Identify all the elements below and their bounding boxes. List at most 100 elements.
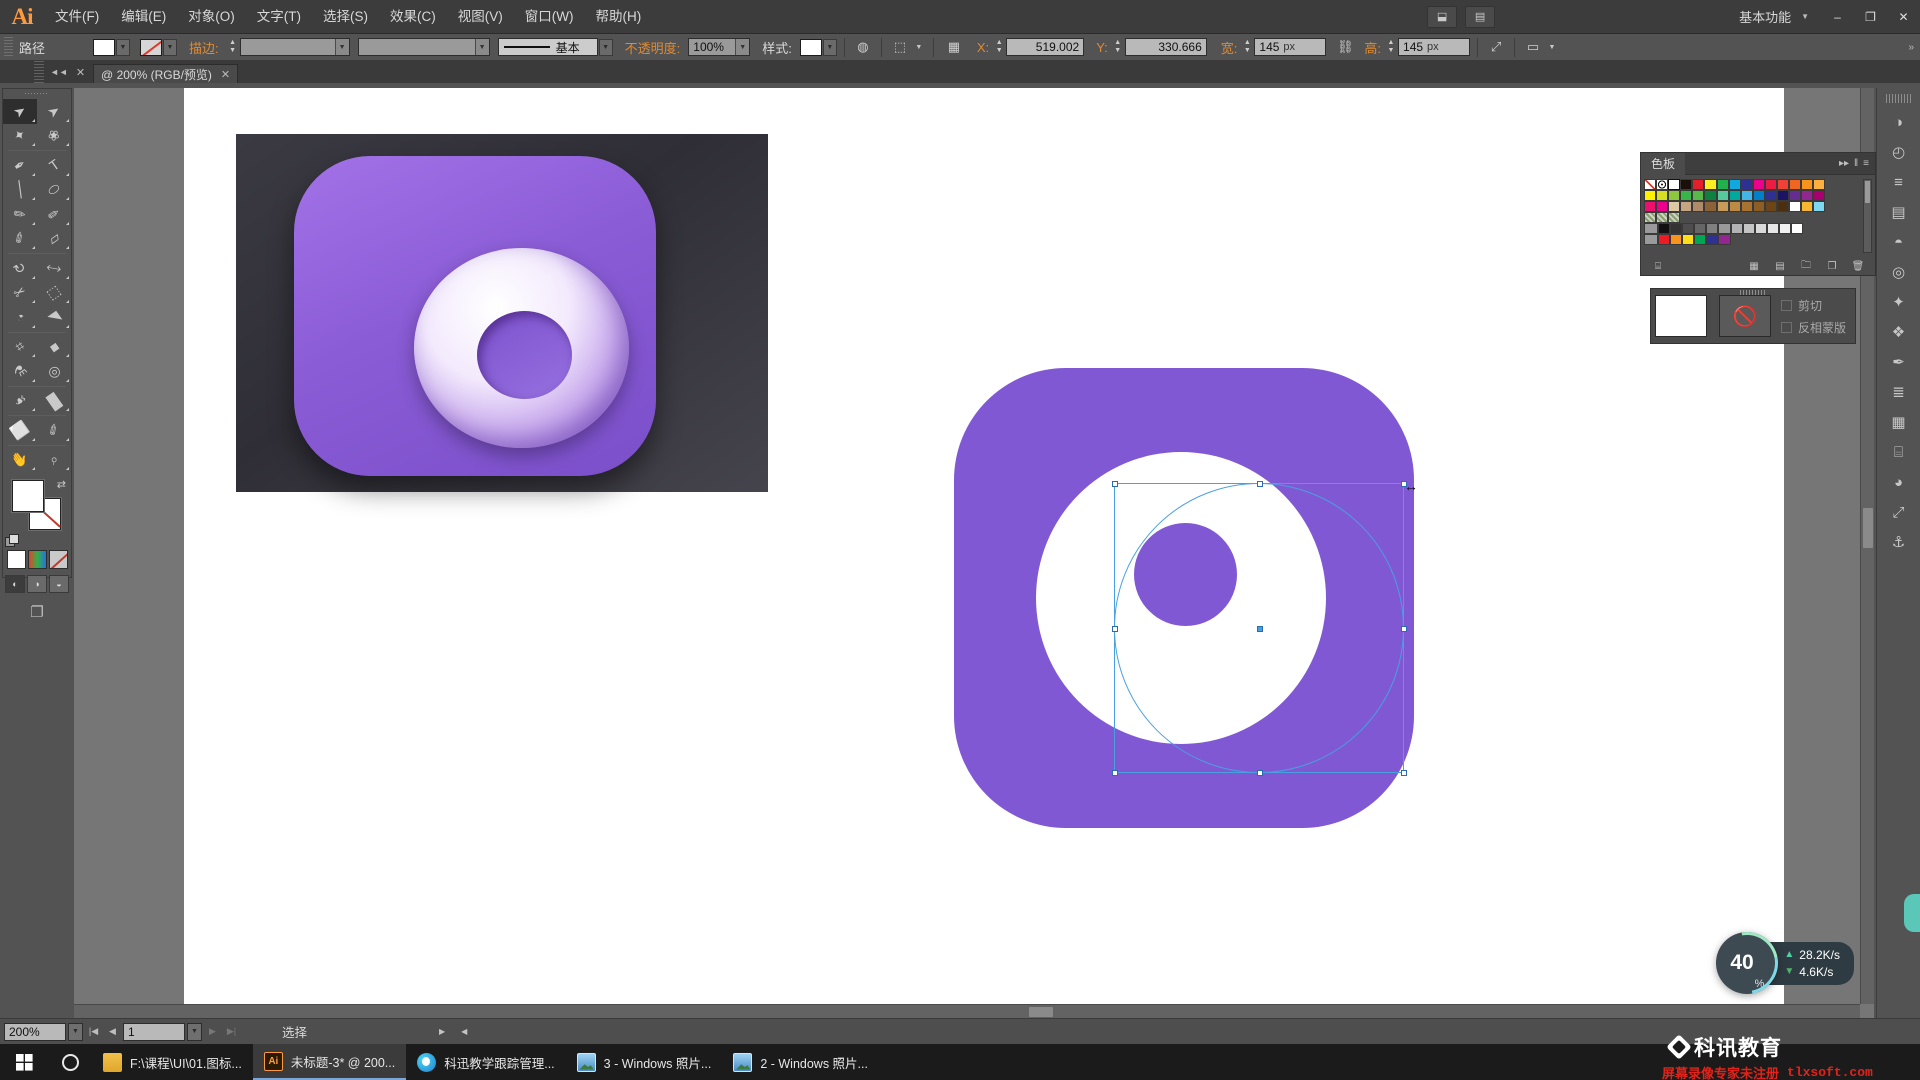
taskbar-illustrator[interactable]: Ai 未标题-3* @ 200... xyxy=(252,1044,407,1080)
dock-color-icon[interactable]: ◑ xyxy=(1884,107,1914,137)
dock-transform-icon[interactable]: ⤢ xyxy=(1884,497,1914,527)
swatch-libraries-icon[interactable]: ⌸ xyxy=(1645,261,1671,272)
swatch-color[interactable] xyxy=(1789,190,1802,201)
swatch-color[interactable] xyxy=(1777,179,1790,190)
swatch-pattern1[interactable] xyxy=(1644,212,1657,223)
align-dropdown-icon[interactable]: ▼ xyxy=(912,39,926,56)
recolor-artwork-icon[interactable]: ◍ xyxy=(852,37,874,57)
clip-option[interactable]: 剪切 xyxy=(1781,297,1846,314)
lasso-tool[interactable]: ❀ xyxy=(37,124,71,149)
swatch-color[interactable] xyxy=(1813,190,1826,201)
new-color-group-icon[interactable]: 🗀 xyxy=(1793,258,1819,275)
swatch-color[interactable] xyxy=(1668,179,1681,190)
line-segment-tool[interactable]: ╱ xyxy=(3,178,37,203)
swatch-color[interactable] xyxy=(1764,179,1778,190)
menu-select[interactable]: 选择(S) xyxy=(312,0,379,34)
swatch-group-folder[interactable] xyxy=(1644,223,1658,234)
swatch-color[interactable] xyxy=(1656,190,1669,201)
swatch-color[interactable] xyxy=(1740,190,1753,201)
swatch-color[interactable] xyxy=(1742,223,1755,234)
swatch-color[interactable] xyxy=(1704,190,1717,201)
swatch-color[interactable] xyxy=(1692,201,1705,212)
align-icon[interactable]: ⬚ xyxy=(889,37,911,57)
stroke-dropdown-icon[interactable]: ▼ xyxy=(163,38,178,56)
panel-menu-icon[interactable]: ≡ xyxy=(1863,158,1869,169)
next-page-icon[interactable]: ▶ xyxy=(204,1023,221,1041)
menu-object[interactable]: 对象(O) xyxy=(177,0,246,34)
swap-fill-stroke-icon[interactable]: ⇄ xyxy=(57,478,66,491)
fill-color-box[interactable] xyxy=(12,480,44,512)
swatch-color[interactable] xyxy=(1692,179,1705,190)
previous-page-icon[interactable]: ◀ xyxy=(104,1023,121,1041)
height-input[interactable]: 145 px xyxy=(1398,38,1471,56)
first-page-icon[interactable]: |◀ xyxy=(85,1023,102,1041)
handle-bottom-left[interactable] xyxy=(1111,769,1118,776)
swatch-color[interactable] xyxy=(1730,223,1743,234)
symbol-sprayer-tool[interactable]: ☙ xyxy=(3,389,37,414)
eraser-tool[interactable]: ▱ xyxy=(37,227,71,252)
fill-dropdown-icon[interactable]: ▼ xyxy=(116,38,131,56)
no-mask-icon[interactable]: 🚫 xyxy=(1719,295,1771,337)
direct-selection-tool[interactable]: ➤ xyxy=(37,99,71,124)
draw-normal-button[interactable]: ◐ xyxy=(5,575,25,593)
swatch-color[interactable] xyxy=(1704,201,1717,212)
swatch-color[interactable] xyxy=(1670,234,1683,245)
swatch-color[interactable] xyxy=(1694,223,1707,234)
swatch-color[interactable] xyxy=(1791,223,1804,234)
handle-middle-left[interactable] xyxy=(1111,626,1118,632)
tools-panel-grip[interactable] xyxy=(3,89,71,99)
mesh-tool[interactable]: ⌗ xyxy=(3,335,37,360)
swatch-color[interactable] xyxy=(1668,201,1681,212)
opacity-input[interactable]: 100% ▼ xyxy=(688,38,751,56)
draw-inside-button[interactable]: ◒ xyxy=(49,575,69,593)
swatches-panel-tab[interactable]: 色板 xyxy=(1641,152,1686,175)
dock-artboards-icon[interactable]: ▦ xyxy=(1884,407,1914,437)
stroke-color-swatch[interactable] xyxy=(140,38,163,56)
document-tab-close-icon[interactable]: ✕ xyxy=(221,68,230,81)
taskbar-kexun[interactable]: 科迅教学跟踪管理... xyxy=(406,1044,565,1080)
menu-edit[interactable]: 编辑(E) xyxy=(110,0,177,34)
swatch-pattern3[interactable] xyxy=(1668,212,1681,223)
zoom-level-dropdown-icon[interactable]: ▼ xyxy=(68,1022,83,1041)
close-button[interactable]: ✕ xyxy=(1887,0,1920,34)
edge-widget[interactable] xyxy=(1904,894,1920,932)
taskbar-photos-2[interactable]: 2 - Windows 照片... xyxy=(722,1044,879,1080)
dock-stroke-icon[interactable]: ≡ xyxy=(1884,167,1914,197)
dock-layers-icon[interactable]: ≣ xyxy=(1884,377,1914,407)
swatch-color[interactable] xyxy=(1706,234,1719,245)
selection-bounding-box[interactable] xyxy=(1111,480,1407,776)
dock-gradient-icon[interactable]: ▤ xyxy=(1884,197,1914,227)
fill-color-swatch[interactable] xyxy=(93,38,116,56)
invert-mask-checkbox[interactable] xyxy=(1781,321,1792,333)
swatch-color[interactable] xyxy=(1766,223,1779,234)
transparency-panel[interactable]: 🚫 剪切 反相蒙版 xyxy=(1650,288,1856,344)
swatch-color[interactable] xyxy=(1801,201,1814,212)
swatch-color[interactable] xyxy=(1656,201,1669,212)
network-monitor-widget[interactable]: 40 % ▲ 28.2K/s ▼ 4.6K/s xyxy=(1716,932,1854,994)
swatch-color[interactable] xyxy=(1777,201,1790,212)
taskbar-photos-3[interactable]: 3 - Windows 照片... xyxy=(566,1044,723,1080)
swatch-color[interactable] xyxy=(1694,234,1707,245)
swatch-options-icon[interactable]: ▤ xyxy=(1767,261,1793,272)
default-fill-stroke-icon[interactable] xyxy=(5,534,19,547)
transparency-thumbnail[interactable] xyxy=(1655,295,1707,337)
swatch-color[interactable] xyxy=(1778,223,1792,234)
swatch-color[interactable] xyxy=(1658,223,1671,234)
swatch-color[interactable] xyxy=(1728,179,1741,190)
menu-effect[interactable]: 效果(C) xyxy=(379,0,447,34)
constrain-proportions-icon[interactable]: ⛓ xyxy=(1334,37,1356,57)
swatch-color[interactable] xyxy=(1644,190,1657,201)
bridge-icon[interactable]: ⬓ xyxy=(1427,5,1458,28)
blob-brush-tool[interactable]: ✐ xyxy=(3,227,37,252)
swatch-color[interactable] xyxy=(1682,223,1695,234)
maximize-button[interactable]: ❐ xyxy=(1854,0,1887,34)
swatch-color[interactable] xyxy=(1718,223,1731,234)
swatch-color[interactable] xyxy=(1680,201,1693,212)
swatches-panel[interactable]: 色板 ▸▸ ‖ ≡ ⌸ ▦ ▤ 🗀 ❐ 🗑 xyxy=(1640,152,1876,276)
tab-bar-grip[interactable] xyxy=(34,61,44,83)
swatch-color[interactable] xyxy=(1801,179,1814,190)
brush-dropdown-icon[interactable]: ▼ xyxy=(598,38,613,56)
swatch-color[interactable] xyxy=(1718,234,1731,245)
eyedropper-tool[interactable]: ⚗ xyxy=(3,359,37,384)
dock-align-icon[interactable]: ⌸ xyxy=(1884,437,1914,467)
